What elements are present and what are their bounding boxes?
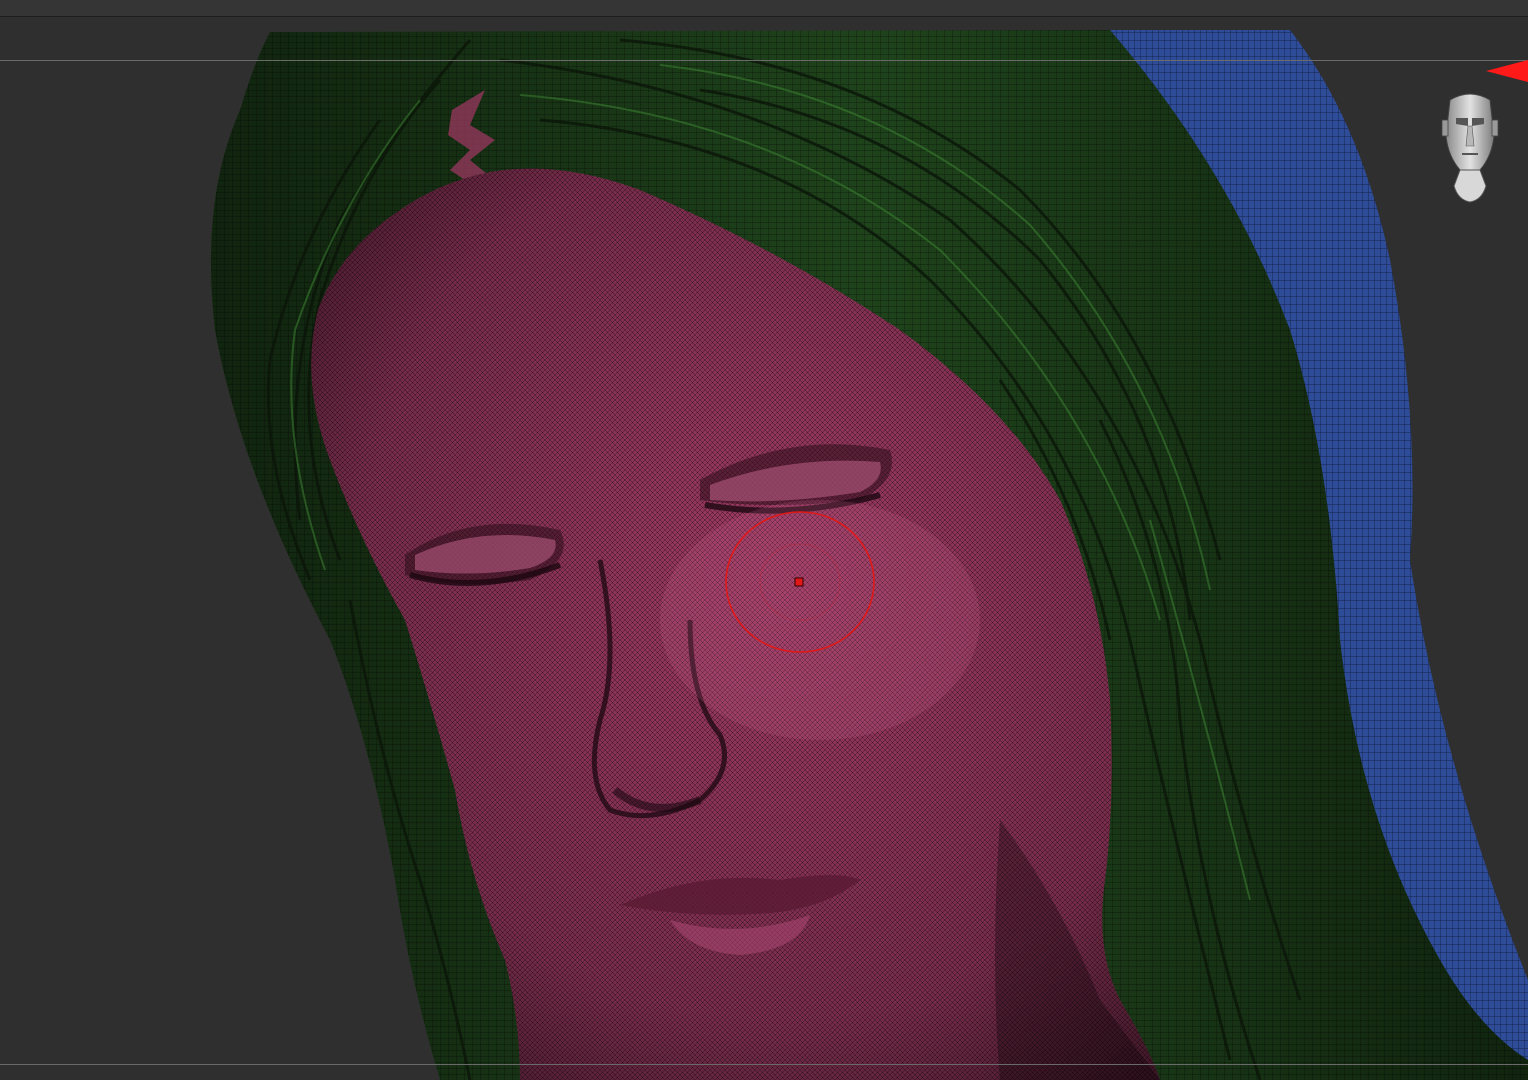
red-triangle-icon xyxy=(1486,60,1528,82)
canvas-top-border xyxy=(0,60,1528,61)
zbrush-window xyxy=(0,0,1528,1080)
sculpt-render[interactable] xyxy=(0,0,1528,1080)
canvas-bottom-border xyxy=(0,1064,1528,1065)
head-gizmo-icon[interactable] xyxy=(1436,86,1504,208)
document-viewport[interactable] xyxy=(0,0,1528,1080)
